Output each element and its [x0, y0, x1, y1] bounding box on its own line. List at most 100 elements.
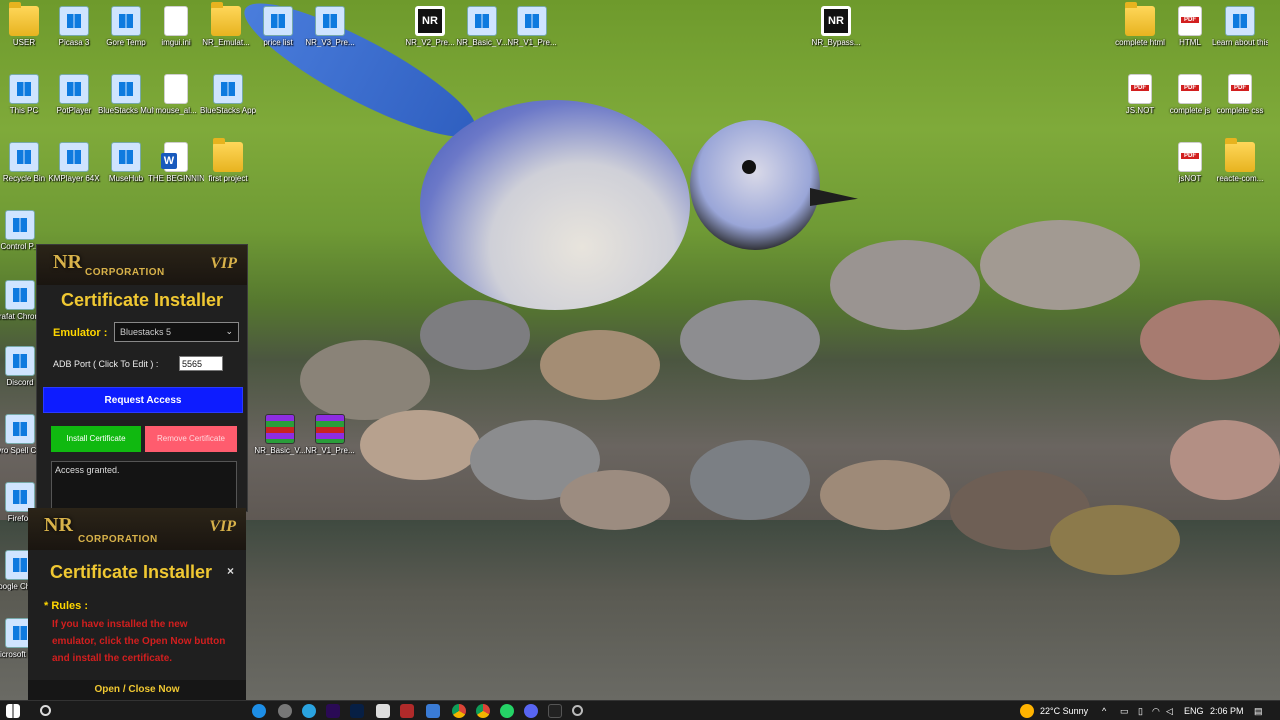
settings-icon[interactable] [278, 704, 292, 718]
desktop-icon[interactable]: KMPlayer 64X [46, 138, 102, 202]
desktop-icon[interactable]: NR_V1_Pre... [504, 2, 560, 66]
wallpaper-stone [980, 220, 1140, 310]
desktop-icon[interactable]: Gore Temp [98, 2, 154, 66]
taskbar: 22°C Sunny ^ ▭ ▯ ◠ ◁ ENG 2:06 PM ▤ [0, 700, 1280, 720]
app-icon [5, 280, 35, 310]
desktop-icon[interactable]: NR_Basic_V... [454, 2, 510, 66]
file-icon [164, 6, 188, 36]
desktop-icon[interactable]: mouse_al... [148, 70, 204, 134]
certificate-installer-rules-window: NR CORPORATION VIP Certificate Installer… [28, 508, 246, 700]
open-close-now-button[interactable]: Open / Close Now [28, 680, 246, 700]
notification-icon[interactable]: ▤ [1254, 706, 1263, 717]
start-icon[interactable] [6, 704, 20, 718]
mic-icon[interactable]: ▯ [1138, 706, 1143, 717]
telegram-icon[interactable] [302, 704, 316, 718]
folder-icon [1225, 138, 1255, 172]
desktop-icon[interactable]: complete css [1212, 70, 1268, 134]
premiere-icon[interactable] [326, 704, 340, 718]
desktop-icon[interactable]: PotPlayer [46, 70, 102, 134]
pdf-icon [1128, 74, 1152, 104]
request-access-button[interactable]: Request Access [43, 387, 243, 413]
language-indicator[interactable]: ENG [1184, 706, 1204, 716]
certificate-installer-window: NR CORPORATION VIP Certificate Installer… [36, 244, 248, 512]
desktop-icon-label: Learn about this picture [1212, 38, 1268, 47]
loading-icon[interactable] [572, 705, 583, 716]
app-icon [111, 6, 141, 36]
corporation-label: CORPORATION [85, 267, 165, 278]
desktop-icon[interactable]: NR_V3_Pre... [302, 2, 358, 66]
wallpaper-stone [680, 300, 820, 380]
desktop-icon[interactable]: JS.NOT [1112, 70, 1168, 134]
store-icon[interactable] [426, 704, 440, 718]
app-icon [5, 210, 35, 240]
winrar-icon[interactable] [400, 704, 414, 718]
desktop-icon[interactable]: BlueStacks App Player 1 [200, 70, 256, 134]
edge-icon[interactable] [252, 704, 266, 718]
adb-port-input[interactable] [179, 356, 223, 371]
whatsapp-icon[interactable] [500, 704, 514, 718]
nr-icon [821, 6, 851, 36]
desktop-icon[interactable]: Recycle Bin [0, 138, 52, 202]
network-icon[interactable]: ▭ [1120, 706, 1129, 717]
desktop-icon[interactable]: reacte-com... [1212, 138, 1268, 202]
desktop-icon[interactable]: NR_Basic_V... [252, 410, 308, 474]
desktop-icon-label: complete html [1115, 38, 1165, 47]
desktop-icon[interactable]: NR_V1_Pre... [302, 410, 358, 474]
desktop-icon[interactable]: NR_Emulat... [198, 2, 254, 66]
weather-icon[interactable] [1020, 704, 1034, 718]
app-icon [1225, 6, 1255, 36]
chrome-alt-icon[interactable] [476, 704, 490, 718]
emulator-select[interactable]: Bluestacks 5 ⌄ [114, 322, 239, 342]
desktop-icon[interactable]: NR_Bypass... [808, 2, 864, 66]
desktop-icon-label: HTML [1179, 38, 1201, 47]
install-certificate-button[interactable]: Install Certificate [51, 426, 141, 452]
desktop-icon-label: PotPlayer [56, 106, 92, 115]
desktop-icon[interactable]: THE BEGINNIN... [148, 138, 204, 202]
clock[interactable]: 2:06 PM [1210, 706, 1244, 716]
app-icon [59, 142, 89, 172]
desktop-icon[interactable]: Picasa 3 [46, 2, 102, 66]
files-icon[interactable] [376, 704, 390, 718]
desktop-icon-label: NR_V2_Pre... [405, 38, 455, 47]
weather-text[interactable]: 22°C Sunny [1040, 706, 1088, 716]
desktop-icon-label: NR_Bypass... [811, 38, 861, 47]
file-icon [164, 74, 188, 104]
desktop-icon-label: KMPlayer 64X [48, 174, 100, 183]
chevron-up-icon[interactable]: ^ [1102, 706, 1106, 716]
photoshop-icon[interactable] [350, 704, 364, 718]
status-log: Access granted. [51, 461, 237, 511]
wifi-icon[interactable]: ◠ [1152, 706, 1160, 717]
desktop-icon[interactable]: NR_V2_Pre... [402, 2, 458, 66]
desktop-icon[interactable]: MuseHub [98, 138, 154, 202]
desktop-icon-label: This PC [9, 106, 39, 115]
close-icon[interactable]: × [227, 564, 234, 578]
wallpaper-bird-body [420, 100, 690, 310]
app-icon [5, 346, 35, 376]
desktop-icon[interactable]: This PC [0, 70, 52, 134]
search-icon[interactable] [40, 705, 51, 716]
desktop-icon[interactable]: USER [0, 2, 52, 66]
window-title: Certificate Installer [60, 290, 224, 310]
desktop-icon[interactable]: imgui.ini [148, 2, 204, 66]
chevron-down-icon: ⌄ [225, 326, 233, 336]
desktop-icon[interactable]: first project [200, 138, 256, 202]
desktop-icon[interactable]: HTML [1162, 2, 1218, 66]
desktop-icon[interactable]: jsNOT [1162, 138, 1218, 202]
desktop-icon[interactable]: Learn about this picture [1212, 2, 1268, 66]
chrome-icon[interactable] [452, 704, 466, 718]
nr-logo: NR [53, 251, 82, 273]
volume-icon[interactable]: ◁ [1166, 706, 1173, 717]
rules-text: If you have installed the new emulator, … [52, 619, 226, 664]
desktop-icon[interactable]: BlueStacks Multi-Insta... [98, 70, 154, 134]
desktop-icon[interactable]: complete js [1162, 70, 1218, 134]
wallpaper-bird-eye [742, 160, 756, 174]
remove-certificate-button[interactable]: Remove Certificate [145, 426, 237, 452]
window-title: Certificate Installer [49, 562, 213, 582]
emulator-label: Emulator : [53, 327, 108, 339]
desktop-icon[interactable]: price list [250, 2, 306, 66]
desktop-icon-label: first project [208, 174, 248, 183]
wallpaper-stone [820, 460, 950, 530]
nr-app-icon[interactable] [548, 704, 562, 718]
desktop-icon[interactable]: complete html [1112, 2, 1168, 66]
discord-icon[interactable] [524, 704, 538, 718]
